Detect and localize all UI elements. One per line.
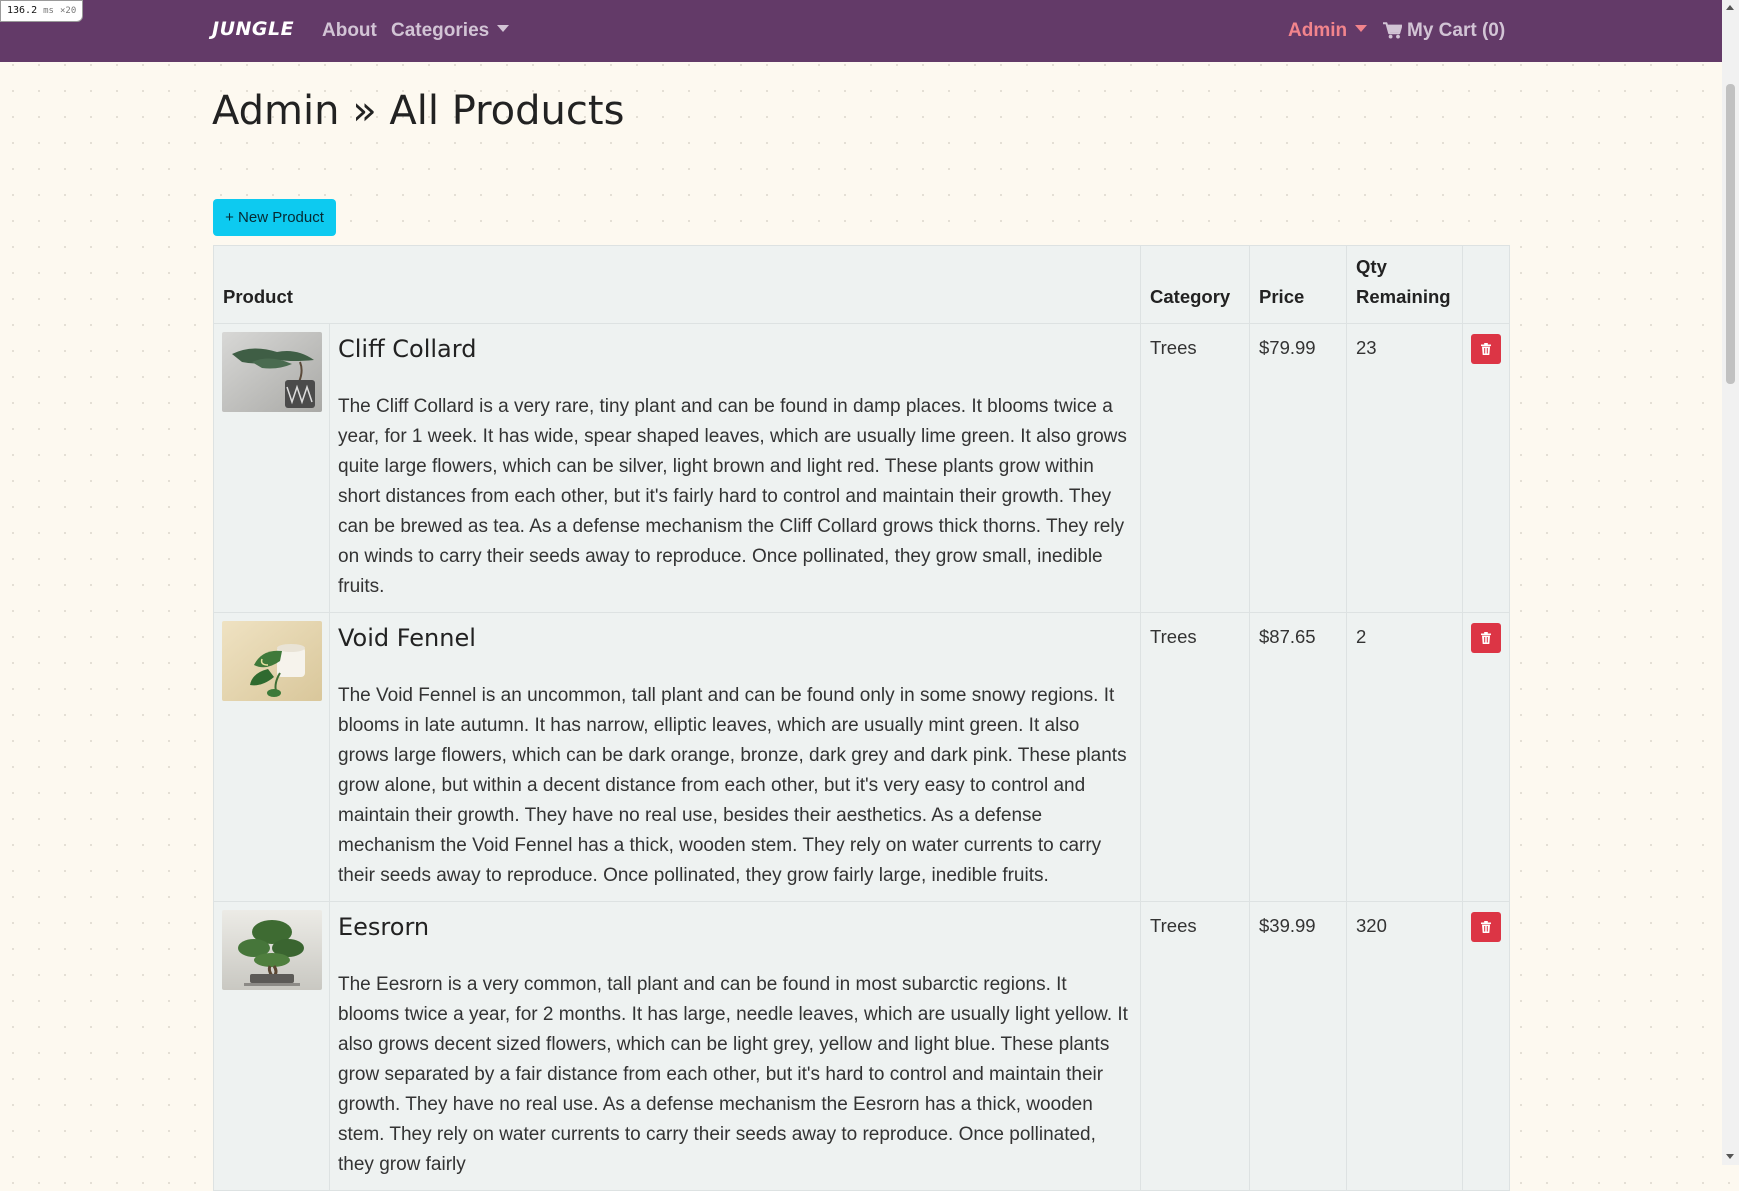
actions-cell [1462,901,1511,1191]
delete-product-button[interactable] [1471,334,1502,364]
product-qty: 23 [1346,323,1464,613]
header-qty-remaining: Qty Remaining [1346,245,1464,324]
perf-unit: ms [43,6,54,16]
perf-multiplier: ×20 [60,6,77,16]
table-header-row: Product Category Price Qty Remaining [212,245,1511,324]
product-category: Trees [1140,612,1251,902]
header-category: Category [1140,245,1251,324]
trash-icon [1481,632,1492,644]
product-description: The Void Fennel is an uncommon, tall pla… [338,685,1127,886]
product-thumb-cell [213,323,330,613]
caret-down-icon [1355,25,1368,32]
product-name[interactable]: Void Fennel [338,623,1132,653]
product-info-cell: Eesrorn The Eesrorn is a very common, ta… [328,901,1142,1191]
delete-product-button[interactable] [1471,912,1502,942]
product-description: The Eesrorn is a very common, tall plant… [338,974,1128,1175]
actions-cell [1462,323,1511,613]
actions-cell [1462,612,1511,902]
perf-value: 136.2 [7,5,38,16]
header-price: Price [1249,245,1348,324]
product-image-bonsai-tree[interactable] [222,910,322,990]
page-title: Admin » All Products [212,88,625,134]
header-product: Product [212,245,1142,324]
nav-cart-label: My Cart (0) [1407,20,1506,41]
brand-logo[interactable]: JUNGLE [212,18,294,40]
shopping-cart-icon [1383,22,1402,39]
scroll-up-arrow-icon[interactable] [1726,5,1734,10]
new-product-button[interactable]: + New Product [213,199,336,236]
product-description: The Cliff Collard is a very rare, tiny p… [338,396,1127,597]
table-row: Cliff Collard The Cliff Collard is a ver… [213,323,1511,613]
trash-icon [1481,343,1492,355]
scroll-down-arrow-icon[interactable] [1726,1154,1734,1159]
product-price: $79.99 [1249,323,1348,613]
product-name[interactable]: Eesrorn [338,912,1132,942]
nav-about[interactable]: About [322,20,377,42]
table-row: Void Fennel The Void Fennel is an uncomm… [213,612,1511,902]
nav-admin-dropdown[interactable]: Admin [1288,20,1368,42]
product-name[interactable]: Cliff Collard [338,334,1132,364]
delete-product-button[interactable] [1471,623,1502,653]
nav-categories-label: Categories [391,20,490,41]
product-price: $39.99 [1249,901,1348,1191]
navbar: JUNGLE About Categories Admin My Cart (0… [0,0,1722,62]
product-qty: 2 [1346,612,1464,902]
product-thumb-cell [213,901,330,1191]
header-actions [1462,245,1511,324]
product-image-pothos-cup[interactable] [222,621,322,701]
product-category: Trees [1140,901,1251,1191]
product-qty: 320 [1346,901,1464,1191]
product-price: $87.65 [1249,612,1348,902]
product-image-juniper-bonsai[interactable] [222,332,322,412]
product-category: Trees [1140,323,1251,613]
trash-icon [1481,921,1492,933]
nav-cart[interactable]: My Cart (0) [1383,20,1505,42]
nav-admin-label: Admin [1288,20,1348,41]
product-thumb-cell [213,612,330,902]
product-info-cell: Cliff Collard The Cliff Collard is a ver… [328,323,1142,613]
table-row: Eesrorn The Eesrorn is a very common, ta… [213,901,1511,1191]
scrollbar-thumb[interactable] [1726,84,1735,384]
vertical-scrollbar[interactable] [1722,0,1739,1165]
products-table: Product Category Price Qty Remaining Cli… [212,245,1511,1191]
caret-down-icon [497,25,510,32]
product-info-cell: Void Fennel The Void Fennel is an uncomm… [328,612,1142,902]
perf-overlay: 136.2 ms ×20 [0,0,84,22]
nav-categories-dropdown[interactable]: Categories [391,20,510,42]
